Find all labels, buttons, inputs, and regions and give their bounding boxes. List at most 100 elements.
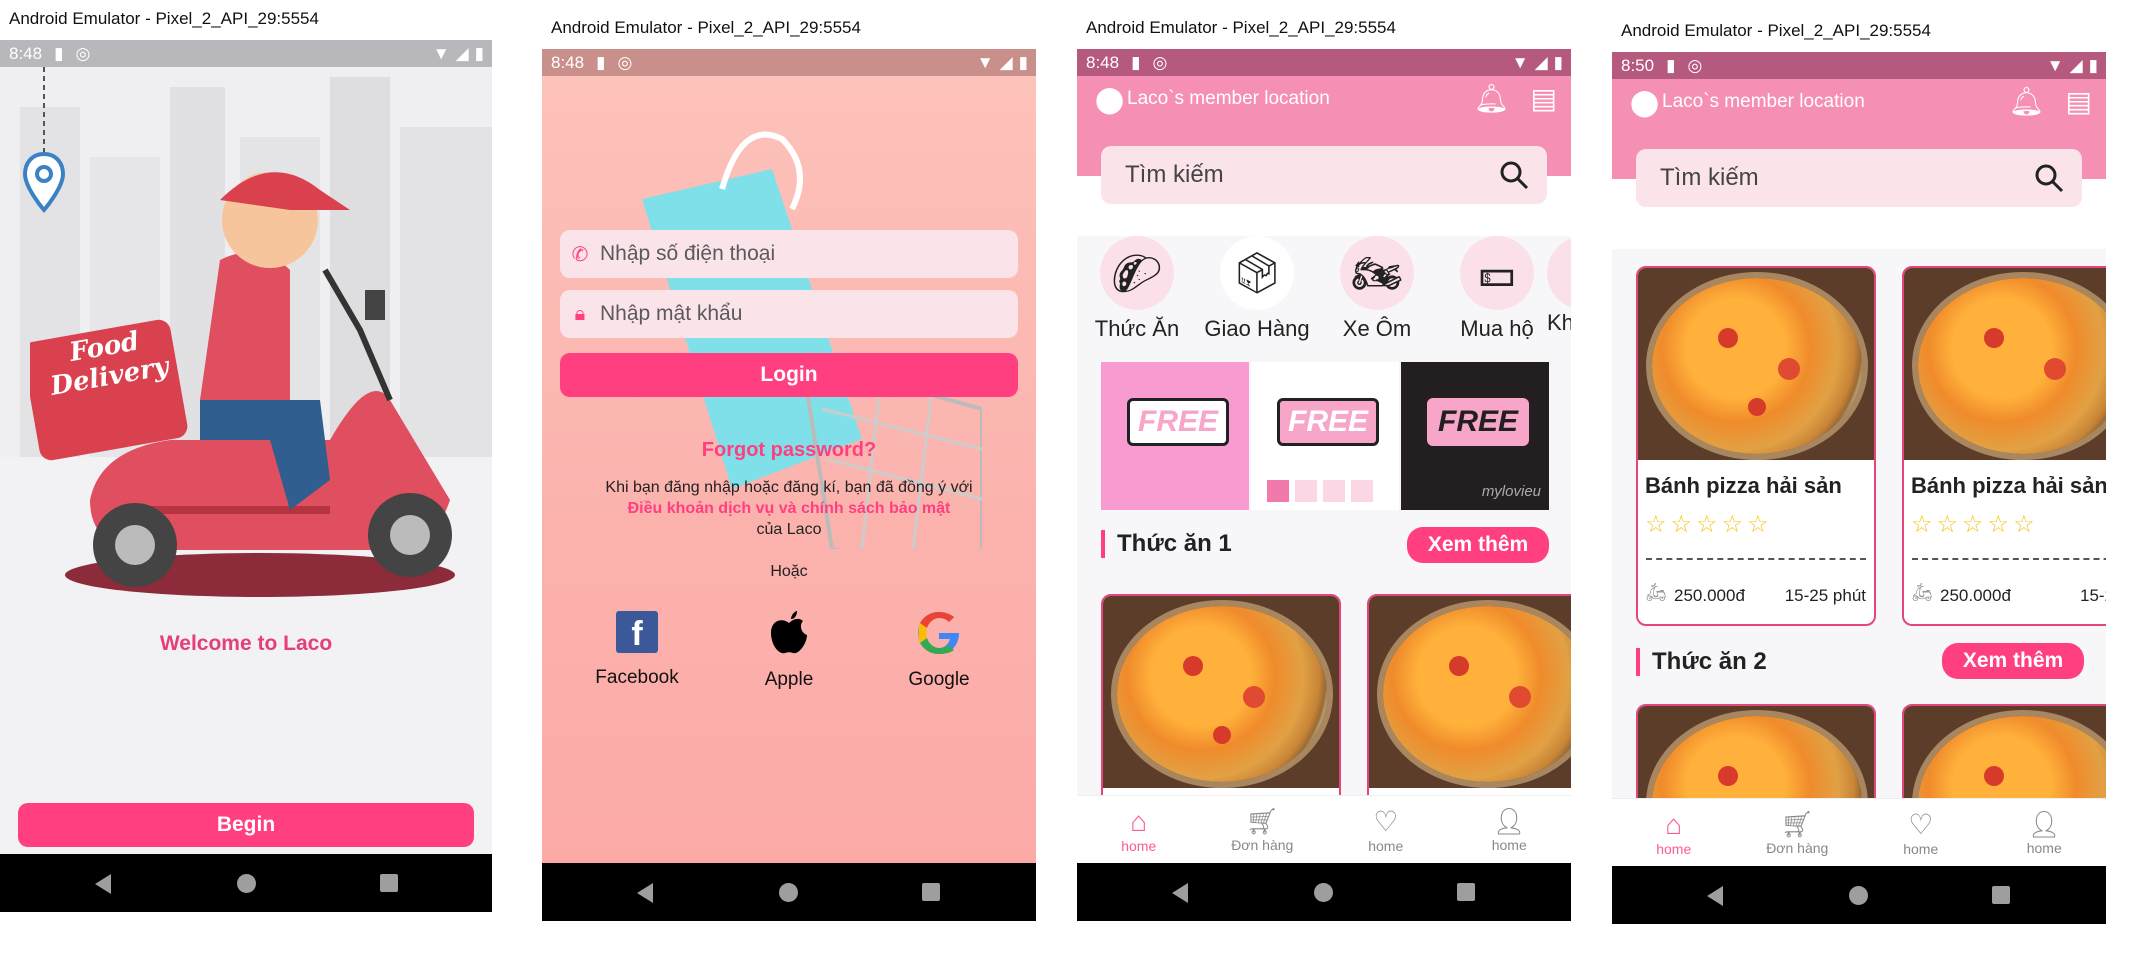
login-button[interactable]: Login	[560, 353, 1018, 397]
google-label: Google	[908, 669, 970, 690]
nav-recents-button[interactable]	[1457, 883, 1475, 901]
see-more-button[interactable]: Xem thêm	[1942, 643, 2084, 679]
phone-input[interactable]: ✆ Nhập số điện thoại	[560, 230, 1018, 278]
nav-recents-button[interactable]	[380, 874, 398, 892]
section-title: Thức ăn 1	[1101, 530, 1232, 558]
window-title: Android Emulator - Pixel_2_API_29:5554	[1612, 12, 2106, 52]
scooter-icon: 🛵︎	[1645, 582, 1668, 602]
nav-back-button[interactable]	[637, 883, 653, 903]
category-bike[interactable]: 🏍︎ Xe Ôm	[1317, 236, 1437, 342]
emulator-window-home-1: Android Emulator - Pixel_2_API_29:5554 8…	[1077, 9, 1571, 921]
search-input[interactable]: Tìm kiếm	[1101, 146, 1547, 204]
google-login[interactable]: Google	[884, 611, 994, 691]
nav-home-button[interactable]	[237, 874, 256, 893]
banner-row: FREE FREE FREE mylovieu	[1101, 362, 1561, 510]
location-label[interactable]: Laco`s member location	[1127, 88, 1330, 110]
category-delivery[interactable]: 📦︎ Giao Hàng	[1197, 236, 1317, 342]
forgot-password-link[interactable]: Forgot password?	[542, 439, 1036, 462]
nav-home-tab[interactable]: ⌂ home	[1612, 799, 1736, 866]
begin-button[interactable]: Begin	[18, 803, 474, 847]
banner-brand: mylovieu	[1481, 483, 1541, 500]
nav-profile-tab[interactable]: 👤︎ home	[1448, 796, 1572, 863]
signal-icon: ◢	[455, 43, 469, 63]
banner-dots	[1267, 480, 1373, 502]
food-card[interactable]: Bánh pizza hải sản ☆☆☆☆☆ 🛵︎ 250.000đ 15-…	[1636, 266, 1876, 626]
location-pin-icon: ⬤	[1095, 84, 1125, 114]
nav-orders-tab[interactable]: 🛒︎ Đơn hàng	[1201, 796, 1325, 863]
bottom-nav: ⌂ home 🛒︎ Đơn hàng ♡ home 👤︎ home	[1612, 798, 2106, 866]
terms-text: Khi bạn đăng nhập hoặc đăng kí, bạn đã đ…	[605, 479, 973, 496]
food-name: Bánh pizza hải sản	[1911, 473, 2106, 498]
nav-back-button[interactable]	[95, 874, 111, 894]
search-placeholder: Tìm kiếm	[1125, 161, 1224, 188]
location-label[interactable]: Laco`s member location	[1662, 91, 1865, 113]
google-icon	[918, 612, 959, 654]
phone-placeholder: Nhập số điện thoại	[600, 242, 776, 265]
emulator-window-login: Android Emulator - Pixel_2_API_29:5554 8…	[542, 9, 1036, 921]
bell-icon[interactable]: 🔔︎	[1473, 82, 1509, 115]
bell-icon[interactable]: 🔔︎	[2008, 85, 2044, 118]
free-shipping-banner[interactable]: FREE mylovieu	[1401, 362, 1549, 510]
nav-favorites-tab[interactable]: ♡ home	[1859, 799, 1983, 866]
nav-favorites-tab[interactable]: ♡ home	[1324, 796, 1448, 863]
nav-label: Đơn hàng	[1231, 837, 1294, 853]
category-buy-for-me[interactable]: 💵︎ Mua hộ	[1437, 236, 1557, 342]
phone-screen-home-1: 8:48 ▮ ◎ ▼ ◢ ▮ ⬤ Laco`s member location 🔔︎…	[1077, 49, 1571, 921]
nav-label: Đơn hàng	[1766, 840, 1829, 856]
nav-home-button[interactable]	[779, 883, 798, 902]
divider	[1646, 558, 1866, 560]
battery-icon: ▮	[1018, 52, 1028, 72]
nav-home-button[interactable]	[1314, 883, 1333, 902]
phone-screen-welcome: 8:48 ▮ ◎ ▼ ◢ ▮ Food Delivery Welcome to …	[0, 40, 492, 912]
wifi-icon: ▼	[976, 52, 994, 72]
search-placeholder: Tìm kiếm	[1660, 164, 1759, 191]
rating-stars[interactable]: ☆☆☆☆☆	[1911, 510, 2039, 539]
android-nav-bar	[1077, 863, 1571, 921]
nav-home-tab[interactable]: ⌂ home	[1077, 796, 1201, 863]
rating-stars[interactable]: ☆☆☆☆☆	[1645, 510, 1773, 539]
nav-back-button[interactable]	[1707, 886, 1723, 906]
signal-icon: ◢	[1534, 52, 1548, 72]
nav-home-button[interactable]	[1849, 886, 1868, 905]
free-shipping-banner[interactable]: FREE	[1101, 362, 1249, 510]
terms-link[interactable]: Điều khoản dịch vụ và chính sách bảo mật	[542, 500, 1036, 518]
sd-card-icon: ▮	[1131, 52, 1141, 72]
nav-orders-tab[interactable]: 🛒︎ Đơn hàng	[1736, 799, 1860, 866]
sync-icon: ◎	[75, 43, 91, 63]
search-icon[interactable]	[1499, 160, 1529, 190]
password-input[interactable]: 🔒︎ Nhập mật khẩu	[560, 290, 1018, 338]
apple-login[interactable]: Apple	[734, 611, 844, 691]
search-icon[interactable]	[2034, 163, 2064, 193]
category-label: Khá	[1547, 310, 1571, 335]
free-shipping-banner[interactable]: FREE	[1251, 362, 1399, 510]
facebook-login[interactable]: f Facebook	[582, 611, 692, 689]
wifi-icon: ▼	[432, 43, 450, 63]
category-label: Mua hộ	[1460, 316, 1534, 341]
nav-label: home	[1491, 837, 1527, 853]
food-card[interactable]: Bánh pizza hải sản ☆☆☆☆☆ 🛵︎ 250.000đ 15-…	[1902, 266, 2106, 626]
category-other[interactable]: Khá	[1547, 236, 1571, 336]
bottom-nav: ⌂ home 🛒︎ Đơn hàng ♡ home 👤︎ home	[1077, 795, 1571, 863]
nav-profile-tab[interactable]: 👤︎ home	[1983, 799, 2107, 866]
nav-recents-button[interactable]	[922, 883, 940, 901]
nav-label: home	[1656, 840, 1692, 857]
nav-label: home	[2026, 840, 2062, 856]
battery-icon: ▮	[1553, 52, 1563, 72]
nav-back-button[interactable]	[1172, 883, 1188, 903]
status-bar: 8:48 ▮ ◎ ▼ ◢ ▮	[542, 49, 1036, 76]
terms-text-end: của Laco	[756, 521, 822, 538]
chat-icon[interactable]: ▤	[2066, 85, 2092, 118]
category-label: Thức Ăn	[1094, 316, 1180, 341]
category-label: Giao Hàng	[1204, 316, 1310, 341]
see-more-button[interactable]: Xem thêm	[1407, 527, 1549, 563]
battery-icon: ▮	[2088, 55, 2098, 75]
status-time: 8:48	[9, 43, 43, 63]
window-title: Android Emulator - Pixel_2_API_29:5554	[542, 9, 1036, 49]
chat-icon[interactable]: ▤	[1531, 82, 1557, 115]
nav-recents-button[interactable]	[1992, 886, 2010, 904]
category-icon	[1547, 236, 1571, 310]
search-input[interactable]: Tìm kiếm	[1636, 149, 2082, 207]
food-price: 250.000đ	[1940, 586, 2011, 605]
category-food[interactable]: 🌮︎ Thức Ăn	[1077, 236, 1197, 342]
android-nav-bar	[0, 854, 492, 912]
